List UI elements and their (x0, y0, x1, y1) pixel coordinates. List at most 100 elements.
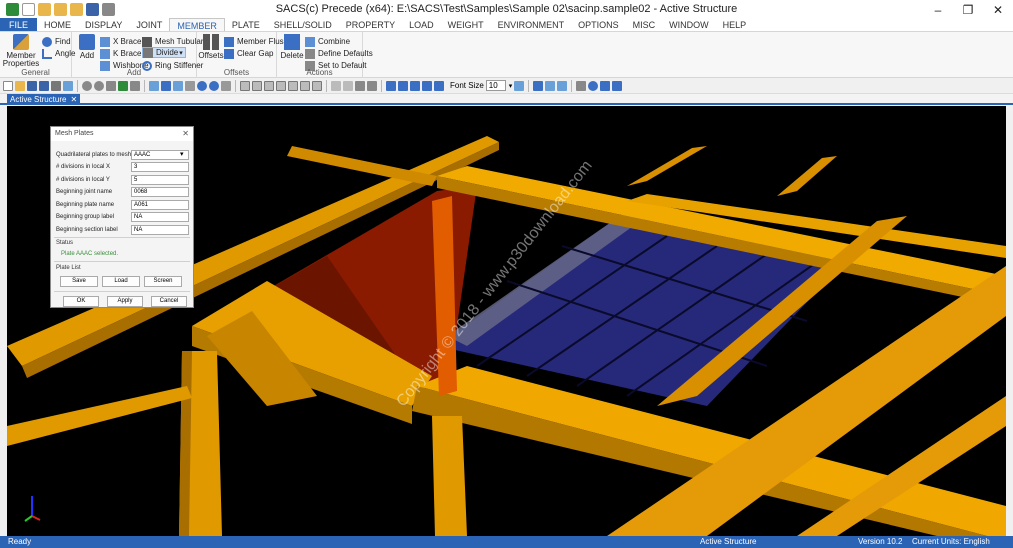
pan-icon[interactable] (118, 80, 128, 91)
tab-weight[interactable]: WEIGHT (441, 18, 491, 32)
view-top-icon[interactable] (300, 80, 310, 91)
shade-icon[interactable] (367, 80, 377, 91)
tab-member[interactable]: MEMBER (169, 18, 225, 32)
offsets-button[interactable]: Offsets (198, 34, 224, 60)
grid-icon[interactable] (331, 80, 341, 91)
wireframe-icon[interactable] (343, 80, 353, 91)
save-button[interactable]: Save (60, 276, 98, 287)
tab-display[interactable]: DISPLAY (78, 18, 129, 32)
maximize-button[interactable]: ❐ (953, 0, 983, 19)
axes-icon[interactable] (557, 80, 568, 91)
cancel-button[interactable]: Cancel (151, 296, 187, 307)
ok-button[interactable]: OK (63, 296, 99, 307)
define-defaults-button[interactable]: Define Defaults (305, 48, 373, 59)
save-icon[interactable] (27, 80, 37, 91)
tab-window[interactable]: WINDOW (662, 18, 716, 32)
list-icon[interactable] (185, 80, 195, 91)
ribbon-group-actions: Delete Combine Define Defaults Set to De… (277, 32, 373, 78)
light-icon[interactable] (612, 80, 623, 91)
display-mode-icon[interactable] (600, 80, 611, 91)
view-back-icon[interactable] (264, 80, 274, 91)
view-left-icon[interactable] (276, 80, 286, 91)
dialog-close-button[interactable]: ✕ (182, 127, 189, 141)
tab-help[interactable]: HELP (716, 18, 754, 32)
label-plate-icon[interactable] (410, 80, 420, 91)
tab-misc[interactable]: MISC (626, 18, 663, 32)
select-crossing-icon[interactable] (173, 80, 183, 91)
joint-name-input[interactable]: 0068 (131, 187, 189, 197)
label-member-icon[interactable] (398, 80, 408, 91)
combine-button[interactable]: Combine (305, 36, 350, 47)
close-icon[interactable]: ✕ (70, 94, 77, 105)
select-icon[interactable] (149, 80, 159, 91)
close-button[interactable]: ✕ (983, 0, 1013, 19)
viewport-scrollbar[interactable] (1006, 106, 1013, 536)
zoom-out-icon[interactable] (94, 80, 104, 91)
select-window-icon[interactable] (161, 80, 171, 91)
section-label-input[interactable]: NA (131, 225, 189, 235)
apply-button[interactable]: Apply (107, 296, 143, 307)
undo-icon[interactable] (197, 80, 207, 91)
pointer-icon[interactable] (533, 80, 544, 91)
viewport-left-border (0, 106, 7, 536)
member-properties-label: Member Properties (2, 51, 40, 68)
zoom-window-icon[interactable] (106, 80, 116, 91)
member-properties-button[interactable]: Member Properties (2, 34, 40, 68)
x-brace-button[interactable]: X Brace (100, 36, 141, 47)
tab-plate[interactable]: PLATE (225, 18, 267, 32)
zoom-in-icon[interactable] (82, 80, 92, 91)
render-icon[interactable] (355, 80, 365, 91)
redo-icon[interactable] (209, 80, 219, 91)
find-icon (42, 36, 52, 47)
label-joint-icon[interactable] (386, 80, 396, 91)
tab-home[interactable]: HOME (37, 18, 78, 32)
view-front-icon[interactable] (252, 80, 262, 91)
tab-options[interactable]: OPTIONS (571, 18, 626, 32)
tab-environment[interactable]: ENVIRONMENT (491, 18, 572, 32)
tab-file[interactable]: FILE (0, 18, 38, 32)
line-style-icon[interactable] (545, 80, 556, 91)
clear-gap-button[interactable]: Clear Gap (224, 48, 273, 59)
find-icon[interactable] (588, 80, 599, 91)
chevron-down-icon[interactable]: ▾ (509, 82, 513, 90)
group-label-input[interactable]: NA (131, 212, 189, 222)
rotate-icon[interactable] (130, 80, 140, 91)
view-bottom-icon[interactable] (312, 80, 322, 91)
print-icon[interactable] (51, 80, 61, 91)
mesh-tubular-button[interactable]: Mesh Tubular (142, 36, 203, 47)
cut-icon[interactable] (221, 80, 231, 91)
view-right-icon[interactable] (288, 80, 298, 91)
document-tabs: Active Structure ✕ (0, 94, 1013, 105)
div-x-input[interactable]: 3 (131, 162, 189, 172)
k-brace-button[interactable]: K Brace (100, 48, 141, 59)
delete-icon (284, 34, 300, 50)
label-section-icon[interactable] (434, 80, 444, 91)
status-bar: Ready Active Structure Version 10.2 Curr… (0, 536, 1013, 548)
find-button[interactable]: Find (42, 36, 71, 47)
tab-load[interactable]: LOAD (402, 18, 441, 32)
chevron-down-icon[interactable]: ▾ (180, 150, 184, 158)
screen-button[interactable]: Screen (144, 276, 182, 287)
load-button[interactable]: Load (102, 276, 140, 287)
label-group-icon[interactable] (422, 80, 432, 91)
plate-name-input[interactable]: A061 (131, 200, 189, 210)
toolbar-separator (528, 79, 530, 92)
measure-icon[interactable] (576, 80, 587, 91)
image-icon[interactable] (63, 80, 73, 91)
delete-button[interactable]: Delete (280, 34, 304, 60)
tab-property[interactable]: PROPERTY (339, 18, 402, 32)
font-size-select[interactable]: 10 (485, 80, 506, 91)
div-y-input[interactable]: 5 (131, 175, 189, 185)
angle-button[interactable]: Angle (42, 48, 75, 59)
tab-active-structure[interactable]: Active Structure ✕ (7, 94, 81, 105)
tab-joint[interactable]: JOINT (129, 18, 169, 32)
open-icon[interactable] (15, 80, 25, 91)
view-3d-icon[interactable] (240, 80, 250, 91)
add-button[interactable]: Add (76, 34, 98, 60)
new-icon[interactable] (3, 80, 13, 91)
divide-dropdown[interactable]: Divide ▾ (142, 47, 186, 58)
minimize-button[interactable]: – (923, 0, 953, 19)
color-icon[interactable] (514, 80, 525, 91)
save-all-icon[interactable] (39, 80, 49, 91)
tab-shell-solid[interactable]: SHELL/SOLID (267, 18, 339, 32)
